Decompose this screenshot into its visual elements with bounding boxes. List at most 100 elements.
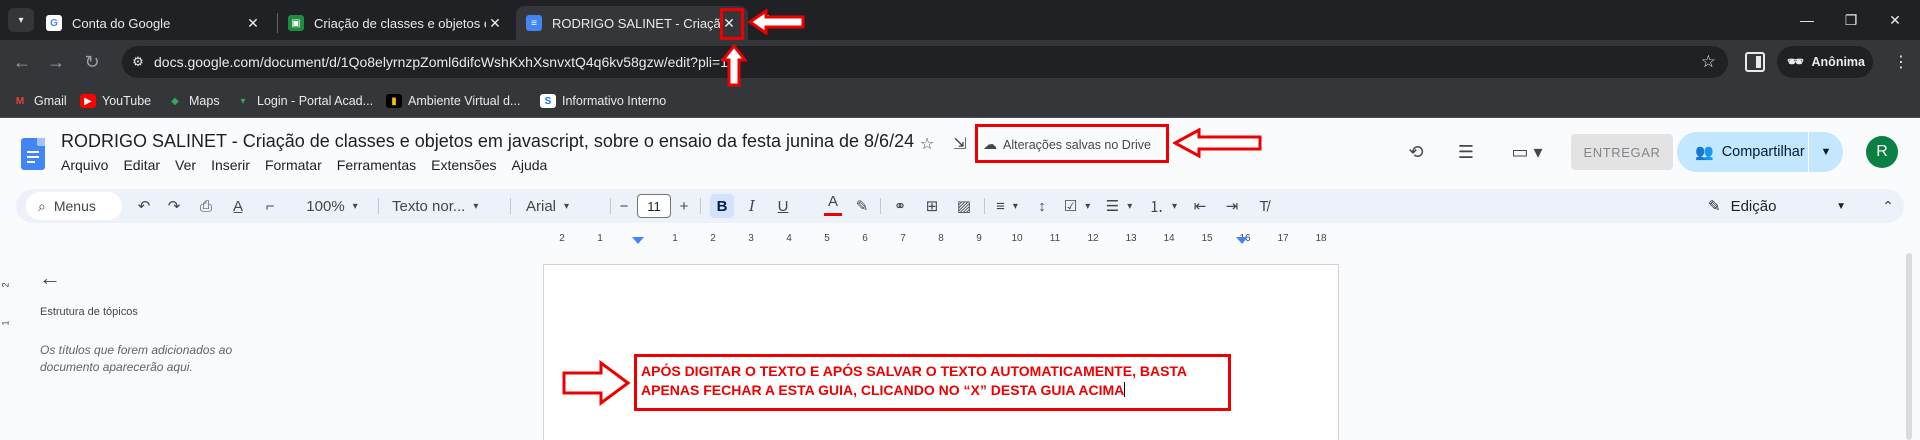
ruler-label: 8 (938, 233, 944, 244)
share-button[interactable]: 👥 Compartilhar ▼ (1677, 132, 1843, 172)
collapse-toolbar-icon[interactable]: ⌃ (1876, 194, 1900, 218)
bookmark-maps[interactable]: ◆ Maps (167, 92, 219, 110)
close-window-icon[interactable]: ✕ (1883, 8, 1907, 32)
align-icon[interactable]: ≡ (990, 194, 1024, 218)
entregar-button[interactable]: ENTREGAR (1571, 134, 1673, 170)
increase-indent-icon[interactable]: ⇥ (1220, 194, 1244, 218)
docs-menubar: Arquivo Editar Ver Inserir Formatar Ferr… (61, 157, 562, 177)
editing-mode-select[interactable]: ✎ Edição ▼ (1708, 192, 1854, 220)
close-icon[interactable]: ✕ (486, 14, 504, 32)
menu-formatar[interactable]: Formatar (265, 157, 322, 177)
restore-icon[interactable]: ❐ (1839, 8, 1863, 32)
add-comment-icon[interactable]: ⊞ (920, 194, 944, 218)
tab-conta-google[interactable]: G Conta do Google ✕ (36, 6, 272, 40)
print-icon[interactable]: ⎙ (194, 194, 218, 218)
move-folder-icon[interactable]: ⇲ (949, 133, 971, 155)
bookmark-star-icon[interactable]: ☆ (1701, 52, 1716, 72)
reload-icon[interactable]: ↻ (80, 50, 104, 74)
menu-extensoes[interactable]: Extensões (431, 157, 496, 177)
bulleted-list-icon[interactable]: ☰ (1102, 194, 1136, 218)
document-page[interactable] (543, 264, 1339, 440)
portal-icon: ▾ (240, 95, 246, 107)
outline-title: Estrutura de tópicos (40, 306, 138, 318)
address-bar[interactable]: ⚙ docs.google.com/document/d/1Qo8elyrnzp… (122, 46, 1728, 78)
avatar[interactable]: R (1866, 136, 1898, 168)
close-outline-icon[interactable]: ← (38, 265, 62, 290)
left-indent-marker[interactable] (632, 237, 644, 244)
share-dropdown-icon[interactable]: ▼ (1809, 146, 1843, 158)
pencil-icon: ✎ (1708, 198, 1721, 215)
vertical-ruler: 2 1 (0, 250, 16, 440)
ruler-label: 1 (597, 233, 603, 244)
bold-icon[interactable]: B (710, 194, 734, 218)
meet-video-icon[interactable]: ▭ ▾ (1503, 140, 1551, 164)
tab-search-dropdown[interactable]: ▾ (8, 8, 34, 32)
bookmark-informativo[interactable]: S Informativo Interno (540, 92, 666, 110)
tab-docs-active[interactable]: ≡ RODRIGO SALINET - Criação d ✕ (516, 6, 748, 40)
close-icon[interactable]: ✕ (244, 14, 262, 32)
save-status-highlight (975, 124, 1169, 163)
arrow-right-icon (562, 360, 631, 406)
highlight-icon[interactable]: ✎ (850, 194, 874, 218)
docs-logo-icon[interactable] (21, 138, 45, 170)
underline-icon[interactable]: U (771, 194, 795, 218)
bookmark-portal[interactable]: ▾ Login - Portal Acad... (235, 92, 373, 110)
style-select[interactable]: Texto nor... (382, 194, 504, 218)
site-info-icon[interactable]: ⚙ (122, 54, 154, 70)
share-main[interactable]: 👥 Compartilhar (1677, 132, 1809, 172)
link-icon[interactable]: ⚭ (888, 194, 912, 218)
menu-ajuda[interactable]: Ajuda (512, 157, 548, 177)
star-icon[interactable]: ☆ (916, 133, 938, 155)
redo-icon[interactable]: ↷ (162, 194, 186, 218)
document-title[interactable]: RODRIGO SALINET - Criação de classes e o… (61, 131, 914, 152)
menu-ferramentas[interactable]: Ferramentas (337, 157, 416, 177)
zoom-select[interactable]: 100% (294, 194, 370, 218)
decrease-font-icon[interactable]: − (614, 194, 634, 218)
tab-classroom[interactable]: ▣ Criação de classes e objetos em ✕ (278, 6, 514, 40)
bookmarks-bar: M Gmail ▶ YouTube ◆ Maps ▾ Login - Porta… (0, 84, 1920, 118)
informativo-icon: S (540, 94, 556, 108)
bookmark-gmail[interactable]: M Gmail (12, 92, 67, 110)
browser-menu-icon[interactable]: ⋮ (1893, 52, 1909, 72)
side-panel-icon[interactable] (1745, 52, 1765, 72)
menu-arquivo[interactable]: Arquivo (61, 157, 108, 177)
url-text[interactable]: docs.google.com/document/d/1Qo8elyrnzpZo… (154, 54, 728, 70)
menu-inserir[interactable]: Inserir (211, 157, 250, 177)
youtube-icon: ▶ (80, 94, 96, 108)
google-g-icon: G (46, 15, 62, 31)
clear-formatting-icon[interactable]: T̸ (1252, 194, 1276, 218)
ruler-label: 7 (900, 233, 906, 244)
spellcheck-icon[interactable]: A̲ (226, 194, 250, 218)
decrease-indent-icon[interactable]: ⇤ (1188, 194, 1212, 218)
font-size-input[interactable]: 11 (637, 194, 671, 218)
undo-icon[interactable]: ↶ (132, 194, 156, 218)
ruler-label: 2 (559, 233, 565, 244)
increase-font-icon[interactable]: + (674, 194, 694, 218)
ruler-label: 18 (1315, 233, 1327, 244)
ava-icon: ▮ (386, 94, 402, 108)
minimize-icon[interactable]: — (1795, 8, 1819, 32)
incognito-profile-button[interactable]: 🕶 Anônima (1777, 46, 1873, 78)
numbered-list-icon[interactable]: ⒈ (1146, 194, 1180, 218)
version-history-icon[interactable]: ⟲ (1402, 140, 1430, 164)
menu-editar[interactable]: Editar (123, 157, 160, 177)
menu-ver[interactable]: Ver (175, 157, 196, 177)
right-indent-marker[interactable] (1236, 237, 1248, 244)
text-color-icon[interactable]: A (824, 193, 842, 219)
vertical-scrollbar[interactable] (1906, 253, 1912, 440)
insert-image-icon[interactable]: ▨ (952, 194, 976, 218)
arrow-left-icon (1173, 128, 1262, 158)
bookmark-youtube[interactable]: ▶ YouTube (80, 92, 151, 110)
search-menus-input[interactable]: ⌕ Menus (26, 192, 122, 220)
italic-icon[interactable]: I (740, 194, 764, 218)
ruler-label: 15 (1201, 233, 1213, 244)
checklist-icon[interactable]: ☑ (1060, 194, 1094, 218)
back-icon[interactable]: ← (10, 50, 34, 74)
bookmark-ava[interactable]: ▮ Ambiente Virtual d... (386, 92, 520, 110)
paint-format-icon[interactable]: ⌐ (258, 194, 282, 218)
line-spacing-icon[interactable]: ↕ (1030, 194, 1054, 218)
comments-icon[interactable]: ☰ (1452, 140, 1480, 164)
font-select[interactable]: Arial (516, 194, 606, 218)
document-body-text[interactable]: APÓS DIGITAR O TEXTO E APÓS SALVAR O TEX… (634, 354, 1231, 411)
forward-icon[interactable]: → (44, 50, 68, 74)
